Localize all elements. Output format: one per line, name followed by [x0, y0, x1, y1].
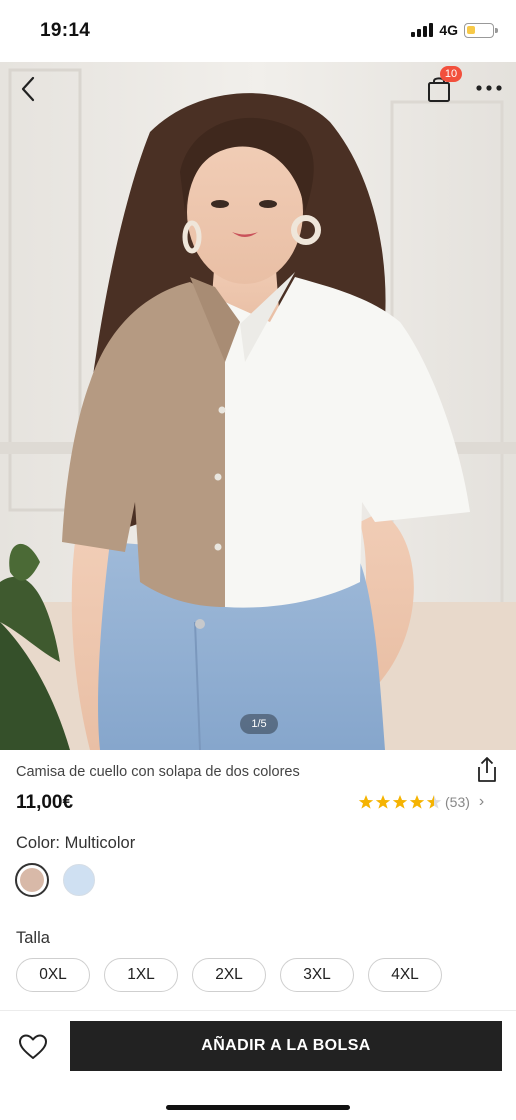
product-title: Camisa de cuello con solapa de dos color… [16, 764, 300, 780]
rating-stars [358, 794, 442, 810]
size-option-2xl[interactable]: 2XL [192, 958, 266, 992]
gallery-pager: 1/5 [240, 714, 278, 734]
status-indicators: 4G [411, 22, 498, 38]
product-price: 11,00€ [16, 792, 74, 813]
color-swatch-fill [20, 868, 44, 892]
color-swatch-blue[interactable] [63, 864, 95, 896]
size-option-1xl[interactable]: 1XL [104, 958, 178, 992]
star-icon [409, 795, 425, 809]
product-rating[interactable]: (53) › [358, 793, 484, 811]
back-button[interactable] [14, 74, 44, 104]
size-label: Talla [16, 929, 50, 947]
more-options-button[interactable] [472, 76, 506, 100]
product-photo [0, 62, 516, 750]
battery-level [467, 25, 475, 34]
star-icon [392, 795, 408, 809]
signal-icon [411, 23, 434, 37]
heart-icon [19, 1034, 47, 1059]
network-type: 4G [439, 22, 458, 38]
size-option-4xl[interactable]: 4XL [368, 958, 442, 992]
back-arrow-icon [21, 76, 35, 102]
size-options: 0XL 1XL 2XL 3XL 4XL [16, 958, 442, 992]
star-icon [358, 795, 374, 809]
add-to-bag-button[interactable]: AÑADIR A LA BOLSA [70, 1021, 502, 1071]
share-icon [478, 757, 496, 782]
star-icon [426, 795, 442, 809]
color-label: Color: Multicolor [16, 834, 136, 852]
status-time: 19:14 [40, 20, 91, 41]
more-icon [476, 85, 502, 91]
home-indicator [166, 1105, 350, 1110]
star-icon [375, 795, 391, 809]
shopping-bag-button[interactable]: 10 [424, 66, 462, 104]
share-button[interactable] [474, 756, 500, 784]
color-swatch-multicolor[interactable] [15, 863, 49, 897]
size-option-0xl[interactable]: 0XL [16, 958, 90, 992]
chevron-right-icon: › [478, 793, 485, 810]
bag-count-badge: 10 [440, 66, 462, 82]
product-image-gallery[interactable]: 10 1/5 [0, 62, 516, 750]
bottom-action-bar: AÑADIR A LA BOLSA [0, 1010, 516, 1120]
rating-count: (53) [445, 794, 470, 810]
battery-icon [464, 22, 498, 38]
status-bar: 19:14 4G [0, 0, 516, 62]
size-option-3xl[interactable]: 3XL [280, 958, 354, 992]
wishlist-button[interactable] [18, 1033, 48, 1061]
